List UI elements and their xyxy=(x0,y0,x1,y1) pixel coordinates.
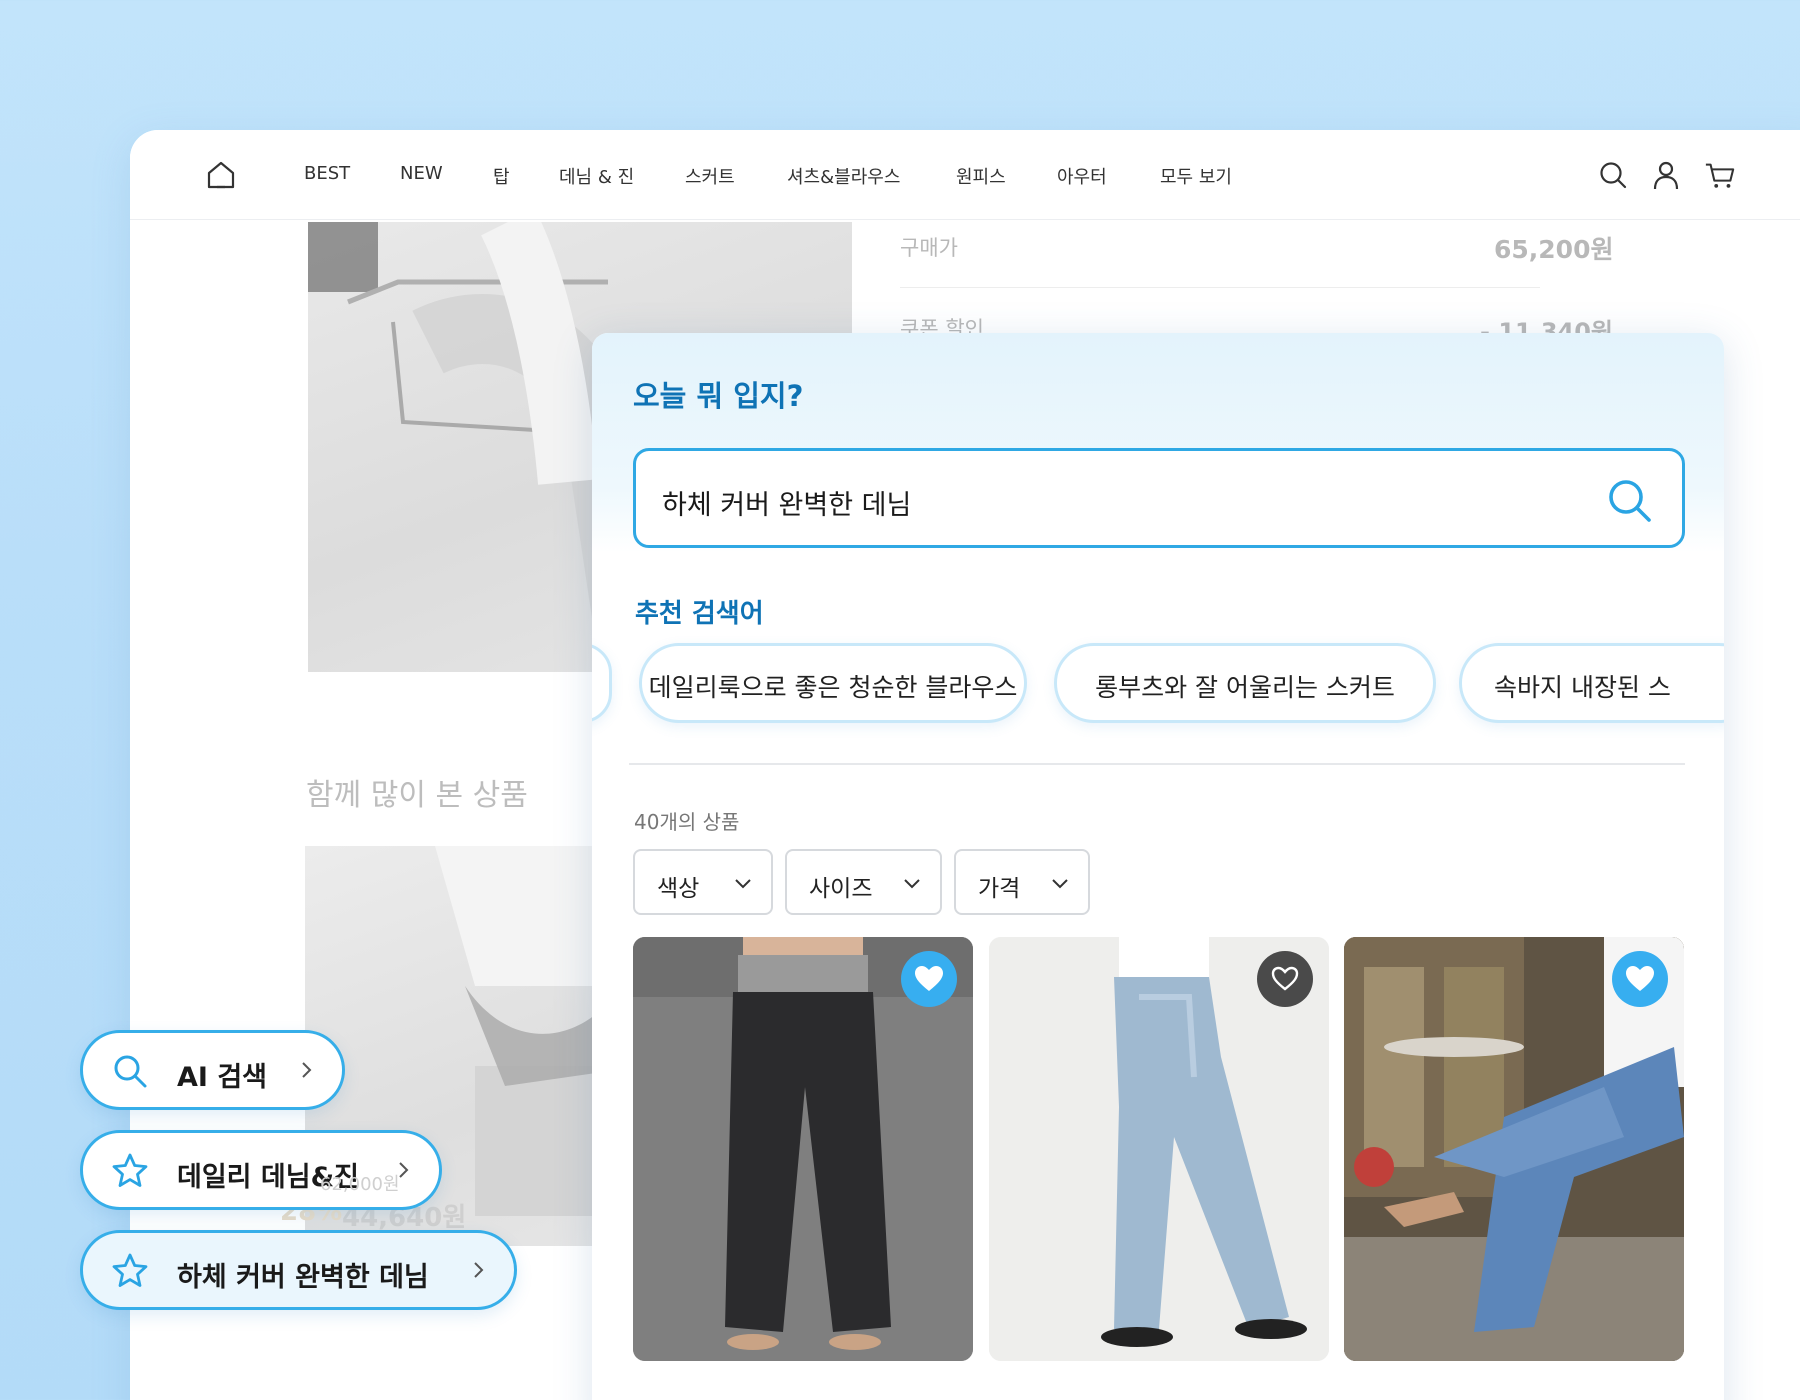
home-icon[interactable] xyxy=(204,158,238,192)
chevron-right-icon xyxy=(302,1062,312,1078)
keyword-chip-prev[interactable] xyxy=(592,643,612,723)
wishlist-toggle[interactable] xyxy=(901,951,957,1007)
keyword-chip[interactable]: 속바지 내장된 스 xyxy=(1459,643,1724,723)
chevron-right-icon xyxy=(474,1262,484,1278)
shortcut-ai-search[interactable]: AI 검색 xyxy=(80,1030,345,1110)
search-icon xyxy=(114,1055,147,1088)
section-divider xyxy=(629,763,1685,765)
related-orig-price: 62,000원 xyxy=(320,1174,400,1195)
ai-search-panel: 오늘 뭐 입지? 하체 커버 완벽한 데님 추천 검색어 데일리룩으로 좋은 청… xyxy=(592,333,1724,1400)
chevron-down-icon xyxy=(904,879,920,889)
cart-icon[interactable] xyxy=(1704,159,1736,191)
chevron-down-icon xyxy=(1052,879,1068,889)
chevron-down-icon xyxy=(735,879,751,889)
heart-icon xyxy=(915,966,943,991)
heart-icon xyxy=(1626,966,1654,991)
heart-outline-icon xyxy=(1271,966,1299,991)
result-count: 40개의 상품 xyxy=(634,810,740,834)
recommended-keywords: 데일리룩으로 좋은 청순한 블라우스 롱부츠와 잘 어울리는 스커트 속바지 내… xyxy=(592,643,1724,733)
filter-color[interactable]: 색상 xyxy=(633,849,773,915)
nav-item-shirts-blouse[interactable]: 셔츠&블라우스 xyxy=(787,163,900,189)
keyword-chip[interactable]: 롱부츠와 잘 어울리는 스커트 xyxy=(1054,643,1436,723)
related-products-title: 함께 많이 본 상품 xyxy=(306,778,528,813)
search-input[interactable]: 하체 커버 완벽한 데님 xyxy=(633,448,1685,548)
nav-item-top[interactable]: 탑 xyxy=(493,163,510,189)
product-card[interactable] xyxy=(1344,937,1684,1361)
star-icon xyxy=(112,1253,148,1287)
product-card[interactable] xyxy=(989,937,1329,1361)
nav-item-outer[interactable]: 아우터 xyxy=(1057,163,1107,189)
wishlist-toggle[interactable] xyxy=(1257,951,1313,1007)
top-navigation: BEST NEW 탑 데님 & 진 스커트 셔츠&블라우스 원피스 아우터 모두… xyxy=(130,130,1800,220)
shortcut-label: 하체 커버 완벽한 데님 xyxy=(177,1262,429,1293)
nav-item-view-all[interactable]: 모두 보기 xyxy=(1160,163,1232,189)
search-query[interactable]: 하체 커버 완벽한 데님 xyxy=(662,483,911,522)
filter-label: 색상 xyxy=(657,876,700,902)
price-label: 구매가 xyxy=(900,236,958,260)
price-value: 65,200원 xyxy=(1494,235,1614,264)
price-divider xyxy=(900,287,1540,288)
nav-item-denim[interactable]: 데님 & 진 xyxy=(559,163,634,189)
nav-item-best[interactable]: BEST xyxy=(304,163,350,184)
nav-item-skirt[interactable]: 스커트 xyxy=(685,163,735,189)
panel-title: 오늘 뭐 입지? xyxy=(633,379,804,413)
search-submit-icon[interactable] xyxy=(1606,477,1654,525)
star-icon xyxy=(112,1153,148,1187)
recommended-keywords-title: 추천 검색어 xyxy=(635,599,764,629)
filter-price[interactable]: 가격 xyxy=(954,849,1090,915)
nav-item-new[interactable]: NEW xyxy=(400,163,443,184)
filter-size[interactable]: 사이즈 xyxy=(785,849,942,915)
keyword-chip[interactable]: 데일리룩으로 좋은 청순한 블라우스 xyxy=(639,643,1027,723)
nav-item-onepiece[interactable]: 원피스 xyxy=(956,163,1006,189)
filter-label: 사이즈 xyxy=(809,876,873,902)
search-icon[interactable] xyxy=(1597,159,1629,191)
filter-label: 가격 xyxy=(978,876,1021,902)
product-card[interactable] xyxy=(633,937,973,1361)
user-icon[interactable] xyxy=(1650,159,1682,191)
shortcut-label: AI 검색 xyxy=(177,1062,268,1093)
shortcut-lower-body-denim[interactable]: 하체 커버 완벽한 데님 xyxy=(80,1230,517,1310)
wishlist-toggle[interactable] xyxy=(1612,951,1668,1007)
